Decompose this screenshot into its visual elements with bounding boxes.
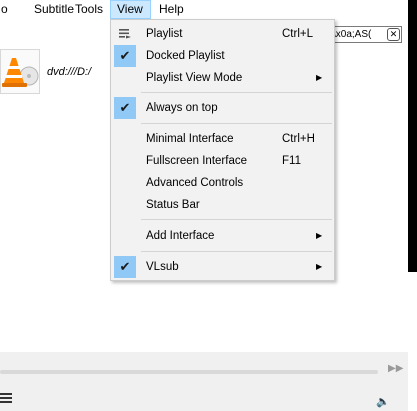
menu-item-label: Fullscreen Interface: [146, 155, 247, 167]
menu-media-partial[interactable]: o: [0, 0, 14, 19]
menu-item-label: Playlist View Mode: [146, 72, 243, 84]
submenu-arrow-icon: ▶: [316, 73, 323, 82]
seek-slider[interactable]: [0, 370, 378, 374]
playlist-icon: [114, 23, 136, 45]
background-window-edge: [408, 0, 417, 272]
checkmark-icon: ✔: [114, 45, 136, 67]
menu-separator: [141, 92, 332, 93]
menu-item-label: Add Interface: [146, 230, 215, 242]
menu-help[interactable]: Help: [153, 0, 190, 19]
next-frame-icon[interactable]: ▶▶: [388, 363, 403, 374]
menu-item-vlsub[interactable]: ✔ VLsub ▶: [113, 256, 333, 278]
menu-item-docked-playlist[interactable]: ✔ Docked Playlist: [113, 45, 333, 67]
menu-item-label: Minimal Interface: [146, 133, 234, 145]
view-menu-dropdown: Playlist Ctrl+L ✔ Docked Playlist Playli…: [110, 19, 335, 281]
menu-item-minimal-interface[interactable]: Minimal Interface Ctrl+H: [113, 128, 333, 150]
checkmark-icon: ✔: [114, 256, 136, 278]
clear-search-icon[interactable]: ✕: [387, 28, 400, 41]
submenu-arrow-icon: ▶: [316, 262, 323, 271]
menu-item-playlist-view-mode[interactable]: Playlist View Mode ▶: [113, 67, 333, 89]
vlc-cone-icon: [0, 49, 40, 94]
menu-item-advanced-controls[interactable]: Advanced Controls: [113, 172, 333, 194]
volume-icon[interactable]: 🔈: [376, 395, 390, 408]
menu-tools[interactable]: Tools: [69, 0, 109, 19]
menu-item-label: Advanced Controls: [146, 177, 244, 189]
search-value: \x0a;AS(: [333, 29, 372, 40]
menu-item-playlist[interactable]: Playlist Ctrl+L: [113, 23, 333, 45]
menu-separator: [141, 123, 332, 124]
menubar: o Subtitle Tools View Help: [0, 0, 417, 19]
menu-item-status-bar[interactable]: Status Bar: [113, 194, 333, 216]
checkmark-icon: ✔: [114, 97, 136, 119]
menu-item-label: VLsub: [146, 261, 179, 273]
playlist-item-label[interactable]: dvd:///D:/: [47, 66, 91, 78]
menu-separator: [141, 251, 332, 252]
menu-item-label: Always on top: [146, 102, 218, 114]
menu-item-always-on-top[interactable]: ✔ Always on top: [113, 97, 333, 119]
menu-item-label: Docked Playlist: [146, 50, 225, 62]
playlist-search-input[interactable]: \x0a;AS( ✕: [328, 26, 402, 43]
menu-item-shortcut: F11: [282, 155, 301, 167]
toggle-playlist-icon[interactable]: [0, 393, 12, 405]
menu-view[interactable]: View: [110, 0, 151, 19]
menu-item-fullscreen-interface[interactable]: Fullscreen Interface F11: [113, 150, 333, 172]
menu-item-label: Status Bar: [146, 199, 200, 211]
menu-separator: [141, 219, 332, 220]
menu-item-add-interface[interactable]: Add Interface ▶: [113, 225, 333, 247]
submenu-arrow-icon: ▶: [316, 231, 323, 240]
controls-bar: [0, 352, 408, 411]
menu-item-label: Playlist: [146, 28, 183, 40]
menu-item-shortcut: Ctrl+H: [282, 133, 315, 145]
menu-item-shortcut: Ctrl+L: [282, 28, 313, 40]
